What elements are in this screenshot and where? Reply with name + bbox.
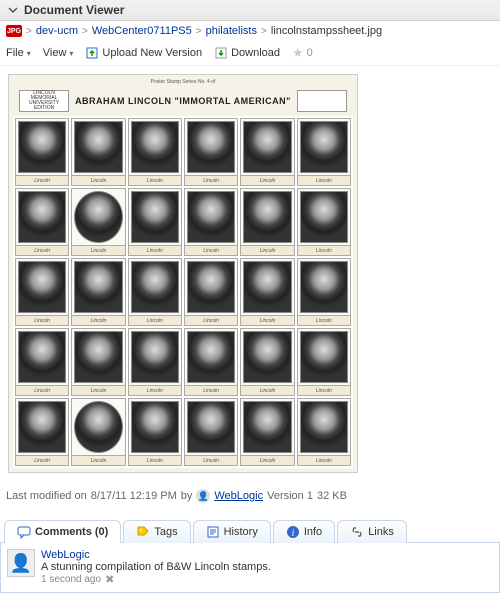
stamp: Lincoln — [128, 258, 182, 326]
links-icon — [350, 525, 364, 539]
tab-comments[interactable]: Comments (0) — [4, 520, 121, 543]
view-menu[interactable]: View — [43, 47, 74, 59]
stamp-grid: LincolnLincolnLincolnLincolnLincolnLinco… — [13, 116, 353, 468]
sheet-subtitle: Poster Stamp Series No. 4 of — [13, 79, 353, 85]
stamp-sheet-image: Poster Stamp Series No. 4 of LINCOLN MEM… — [8, 74, 358, 473]
stamp: Lincoln — [184, 328, 238, 396]
stamp: Lincoln — [184, 258, 238, 326]
stamp: Lincoln — [297, 258, 351, 326]
tags-icon — [136, 525, 150, 539]
stamp: Lincoln — [184, 118, 238, 186]
image-viewer: Poster Stamp Series No. 4 of LINCOLN MEM… — [0, 66, 500, 481]
jpg-icon: JPG — [6, 25, 22, 37]
comment-user[interactable]: WebLogic — [41, 549, 493, 561]
stamp: Lincoln — [71, 398, 125, 466]
meta-date: 8/17/11 12:19 PM — [91, 490, 177, 502]
stamp: Lincoln — [15, 188, 69, 256]
stamp: Lincoln — [15, 258, 69, 326]
delete-comment-icon[interactable]: ✖ — [105, 573, 114, 586]
tab-bar: Comments (0) Tags History i Info Links — [0, 519, 500, 543]
stamp: Lincoln — [240, 398, 294, 466]
stamp: Lincoln — [297, 188, 351, 256]
download-icon — [214, 46, 228, 60]
download-button[interactable]: Download — [214, 46, 280, 60]
tab-links[interactable]: Links — [337, 520, 407, 543]
breadcrumb-separator: > — [82, 26, 88, 37]
panel-title: Document Viewer — [24, 3, 124, 17]
meta-prefix: Last modified on — [6, 490, 87, 502]
panel-header: Document Viewer — [0, 0, 500, 21]
meta-size: 32 KB — [317, 490, 347, 502]
comments-icon — [17, 525, 31, 539]
stamp: Lincoln — [15, 398, 69, 466]
like-button[interactable]: ★ 0 — [292, 45, 313, 61]
meta-by: by — [181, 490, 193, 502]
stamp: Lincoln — [297, 398, 351, 466]
breadcrumb-separator: > — [261, 26, 267, 37]
breadcrumb-item-webcenter[interactable]: WebCenter0711PS5 — [92, 25, 192, 37]
comment-row: 👤 WebLogic A stunning compilation of B&W… — [7, 549, 493, 586]
stamp: Lincoln — [240, 258, 294, 326]
sheet-badge-left: LINCOLN MEMORIAL UNIVERSITY EDITION — [19, 90, 69, 112]
stamp: Lincoln — [128, 328, 182, 396]
meta-version: Version 1 — [267, 490, 313, 502]
toolbar: File View Upload New Version Download ★ … — [0, 41, 500, 66]
comment-time: 1 second ago — [41, 574, 101, 585]
comment-text: A stunning compilation of B&W Lincoln st… — [41, 561, 493, 573]
stamp: Lincoln — [128, 398, 182, 466]
meta-user-link[interactable]: WebLogic — [214, 490, 263, 502]
stamp: Lincoln — [15, 328, 69, 396]
stamp: Lincoln — [240, 328, 294, 396]
breadcrumb-separator: > — [26, 26, 32, 37]
stamp: Lincoln — [71, 188, 125, 256]
comments-panel: 👤 WebLogic A stunning compilation of B&W… — [0, 543, 500, 593]
stamp: Lincoln — [128, 118, 182, 186]
stamp: Lincoln — [240, 118, 294, 186]
breadcrumb-item-philatelists[interactable]: philatelists — [206, 25, 257, 37]
breadcrumb-item-current: lincolnstampssheet.jpg — [271, 25, 382, 37]
stamp: Lincoln — [71, 118, 125, 186]
history-icon — [206, 525, 220, 539]
tab-tags[interactable]: Tags — [123, 520, 190, 543]
sheet-badge-right — [297, 90, 347, 112]
stamp: Lincoln — [71, 328, 125, 396]
stamp: Lincoln — [297, 118, 351, 186]
stamp: Lincoln — [297, 328, 351, 396]
stamp: Lincoln — [240, 188, 294, 256]
collapse-icon[interactable] — [6, 3, 20, 17]
tab-history[interactable]: History — [193, 520, 271, 543]
stamp: Lincoln — [15, 118, 69, 186]
stamp: Lincoln — [184, 398, 238, 466]
file-metadata: Last modified on 8/17/11 12:19 PM by 👤 W… — [0, 481, 500, 511]
breadcrumb-separator: > — [196, 26, 202, 37]
breadcrumb: JPG > dev-ucm > WebCenter0711PS5 > phila… — [0, 21, 500, 41]
user-icon: 👤 — [196, 489, 210, 503]
upload-button[interactable]: Upload New Version — [85, 46, 202, 60]
info-icon: i — [286, 525, 300, 539]
breadcrumb-item-devucm[interactable]: dev-ucm — [36, 25, 78, 37]
tab-info[interactable]: i Info — [273, 520, 335, 543]
upload-icon — [85, 46, 99, 60]
file-menu[interactable]: File — [6, 47, 31, 59]
stamp: Lincoln — [128, 188, 182, 256]
stamp: Lincoln — [184, 188, 238, 256]
sheet-title: ABRAHAM LINCOLN "IMMORTAL AMERICAN" — [75, 96, 291, 106]
star-icon: ★ — [292, 45, 304, 61]
stamp: Lincoln — [71, 258, 125, 326]
svg-text:i: i — [291, 528, 294, 539]
